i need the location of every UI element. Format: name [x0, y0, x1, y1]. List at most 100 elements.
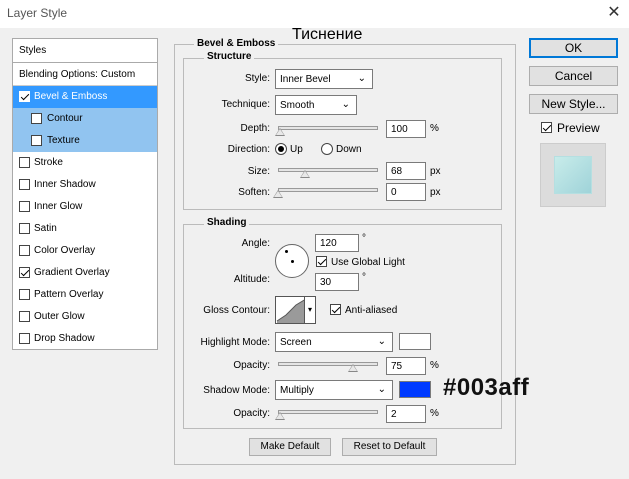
shadow-opacity-slider-thumb[interactable]	[275, 412, 285, 420]
direction-down-label: Down	[336, 144, 362, 155]
contour-checkbox[interactable]	[31, 113, 42, 124]
style-select[interactable]: Inner Bevel ⌄	[275, 69, 373, 89]
style-item-label: Bevel & Emboss	[34, 91, 108, 102]
altitude-label: Altitude:	[233, 274, 270, 285]
stroke-checkbox[interactable]	[19, 157, 30, 168]
highlight-opacity-slider-thumb[interactable]	[348, 364, 358, 372]
gradient-overlay-checkbox[interactable]	[19, 267, 30, 278]
shadow-color-swatch[interactable]	[399, 381, 431, 398]
gloss-contour-dropdown[interactable]: ▾	[304, 296, 316, 324]
preview-thumbnail	[554, 156, 592, 194]
style-item-texture[interactable]: Texture	[13, 130, 157, 152]
depth-field[interactable]: 100	[386, 120, 426, 138]
size-field[interactable]: 68	[386, 162, 426, 180]
shadow-mode-select[interactable]: Multiply ⌄	[275, 380, 393, 400]
highlight-opacity-slider-track[interactable]	[278, 362, 378, 366]
style-item-color-overlay[interactable]: Color Overlay	[13, 240, 157, 262]
size-label: Size:	[247, 166, 270, 177]
style-item-contour[interactable]: Contour	[13, 108, 157, 130]
styles-header[interactable]: Styles	[13, 39, 157, 63]
reset-to-default-button[interactable]: Reset to Default	[342, 438, 437, 456]
outer-glow-checkbox[interactable]	[19, 311, 30, 322]
soften-slider-thumb[interactable]	[273, 190, 283, 198]
style-item-inner-glow[interactable]: Inner Glow	[13, 196, 157, 218]
soften-unit: px	[430, 187, 441, 198]
technique-select[interactable]: Smooth ⌄	[275, 95, 357, 115]
shadow-opacity-field[interactable]: 2	[386, 405, 426, 423]
style-item-label: Pattern Overlay	[34, 289, 104, 300]
style-item-label: Satin	[34, 223, 57, 234]
technique-select-value: Smooth	[280, 100, 315, 111]
angle-field[interactable]: 120	[315, 234, 359, 252]
angle-label: Angle:	[241, 238, 270, 249]
caret-down-icon: ▾	[307, 305, 312, 314]
style-item-label: Color Overlay	[34, 245, 96, 256]
shadow-opacity-slider-track[interactable]	[278, 410, 378, 414]
inner-glow-checkbox[interactable]	[19, 201, 30, 212]
style-label: Style:	[244, 73, 270, 84]
style-item-inner-shadow[interactable]: Inner Shadow	[13, 174, 157, 196]
style-item-label: Texture	[47, 135, 80, 146]
make-default-button[interactable]: Make Default	[249, 438, 331, 456]
use-global-light-checkbox[interactable]	[316, 256, 327, 267]
highlight-opacity-label: Opacity:	[233, 360, 270, 371]
shadow-mode-value: Multiply	[280, 385, 314, 396]
angle-unit: °	[362, 233, 366, 244]
style-item-bevel-emboss[interactable]: Bevel & Emboss	[13, 86, 157, 108]
preview-label: Preview	[557, 121, 600, 135]
angle-dial[interactable]	[275, 244, 309, 278]
style-item-stroke[interactable]: Stroke	[13, 152, 157, 174]
soften-slider-track[interactable]	[278, 188, 378, 192]
soften-field[interactable]: 0	[386, 183, 426, 201]
style-item-pattern-overlay[interactable]: Pattern Overlay	[13, 284, 157, 306]
style-item-label: Inner Glow	[34, 201, 83, 212]
direction-up-radio[interactable]	[275, 143, 287, 155]
angle-center-icon	[291, 260, 294, 263]
style-item-label: Inner Shadow	[34, 179, 96, 190]
style-item-satin[interactable]: Satin	[13, 218, 157, 240]
highlight-mode-select[interactable]: Screen ⌄	[275, 332, 393, 352]
drop-shadow-checkbox[interactable]	[19, 333, 30, 344]
altitude-value: 30	[320, 277, 332, 288]
highlight-color-swatch[interactable]	[399, 333, 431, 350]
style-item-label: Contour	[47, 113, 83, 124]
altitude-unit: °	[362, 272, 366, 283]
bevel-emboss-checkbox[interactable]	[19, 91, 30, 102]
style-item-label: Drop Shadow	[34, 333, 95, 344]
texture-checkbox[interactable]	[31, 135, 42, 146]
style-item-label: Stroke	[34, 157, 63, 168]
blending-options-item[interactable]: Blending Options: Custom	[13, 64, 157, 86]
size-value: 68	[391, 166, 403, 177]
new-style-button[interactable]: New Style...	[529, 94, 618, 114]
preview-swatch	[540, 143, 606, 207]
preview-checkbox[interactable]	[541, 122, 552, 133]
color-overlay-checkbox[interactable]	[19, 245, 30, 256]
style-item-gradient-overlay[interactable]: Gradient Overlay	[13, 262, 157, 284]
style-item-drop-shadow[interactable]: Drop Shadow	[13, 328, 157, 350]
depth-slider-track[interactable]	[278, 126, 378, 130]
ok-button[interactable]: OK	[529, 38, 618, 58]
styles-header-label: Styles	[19, 45, 47, 56]
style-item-outer-glow[interactable]: Outer Glow	[13, 306, 157, 328]
direction-up-label: Up	[290, 144, 303, 155]
chevron-down-icon: ⌄	[341, 99, 350, 110]
title-bar	[0, 0, 629, 28]
size-unit: px	[430, 166, 441, 177]
direction-down-radio[interactable]	[321, 143, 333, 155]
size-slider-track[interactable]	[278, 168, 378, 172]
style-item-label: Gradient Overlay	[34, 267, 110, 278]
depth-slider-thumb[interactable]	[275, 128, 285, 136]
pattern-overlay-checkbox[interactable]	[19, 289, 30, 300]
shadow-opacity-value: 2	[391, 409, 397, 420]
style-item-label: Outer Glow	[34, 311, 85, 322]
satin-checkbox[interactable]	[19, 223, 30, 234]
size-slider-thumb[interactable]	[300, 170, 310, 178]
altitude-field[interactable]: 30	[315, 273, 359, 291]
anti-aliased-checkbox[interactable]	[330, 304, 341, 315]
chevron-down-icon: ⌄	[377, 336, 386, 347]
highlight-opacity-field[interactable]: 75	[386, 357, 426, 375]
cancel-button[interactable]: Cancel	[529, 66, 618, 86]
inner-shadow-checkbox[interactable]	[19, 179, 30, 190]
close-icon[interactable]: ✕	[604, 3, 624, 23]
gloss-contour-label: Gloss Contour:	[203, 305, 270, 316]
